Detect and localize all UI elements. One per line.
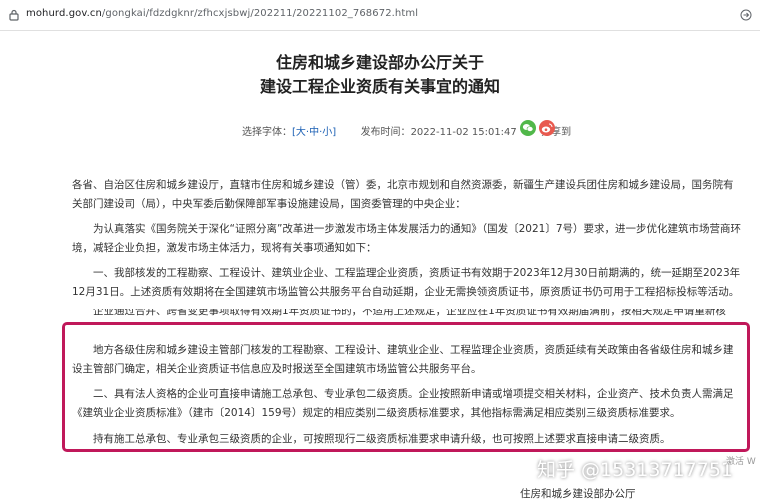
publish-time: 2022-11-02 15:01:47 bbox=[410, 127, 517, 138]
weibo-icon[interactable] bbox=[539, 120, 555, 136]
page-title-line2: 建设工程企业资质有关事宜的通知 bbox=[259, 77, 500, 96]
boxed-paragraph-1: 地方各级住房和城乡建设主管部门核发的工程勘察、工程设计、建筑业企业、工程监理企业… bbox=[72, 344, 734, 375]
zhihu-watermark: 知乎 @15313717751 bbox=[537, 459, 734, 481]
share-icon[interactable] bbox=[740, 9, 752, 21]
intro-paragraph: 为认真落实《国务院关于深化“证照分离”改革进一步激发市场主体发展活力的通知》（国… bbox=[72, 223, 742, 254]
lock-icon[interactable] bbox=[8, 9, 20, 21]
font-size-large-link[interactable]: 大 bbox=[296, 127, 306, 138]
font-size-small-link[interactable]: 小 bbox=[322, 127, 332, 138]
publish-label: 发布时间： bbox=[360, 127, 411, 138]
item1-cut-paragraph: 企业通过合并、跨省变更事项取得有效期1年资质证书的，不适用上述规定，企业应在1年… bbox=[72, 309, 742, 321]
wechat-icon[interactable] bbox=[520, 120, 536, 136]
signature: 住房和城乡建设部办公厅 bbox=[520, 488, 636, 500]
font-size-close: ] bbox=[332, 127, 337, 138]
address-bar[interactable]: mohurd.gov.cn/gongkai/fdzdgknr/zfhcxjsbw… bbox=[0, 0, 760, 31]
font-size-medium-link[interactable]: 中 bbox=[309, 127, 319, 138]
item1-cut-text: 企业通过合并、跨省变更事项取得有效期1年资质证书的，不适用上述规定，企业应在1年… bbox=[93, 309, 726, 317]
boxed-paragraph-3: 持有施工总承包、专业承包三级资质的企业，可按照现行二级资质标准要求申请升级，也可… bbox=[93, 433, 671, 445]
corner-watermark: 激活 W bbox=[726, 457, 756, 467]
boxed-paragraph-2: 二、具有法人资格的企业可直接申请施工总承包、专业承包二级资质。企业按照新申请或增… bbox=[72, 388, 734, 419]
page-title-line1: 住房和城乡建设部办公厅关于 bbox=[275, 53, 484, 72]
font-size-label: 选择字体： bbox=[242, 127, 292, 138]
url-host: mohurd.gov.cn bbox=[26, 8, 102, 19]
url-path: /gongkai/fdzdgknr/zfhcxjsbwj/202211/2022… bbox=[101, 8, 419, 19]
item1-paragraph: 一、我部核发的工程勘察、工程设计、建筑业企业、工程监理企业资质，资质证书有效期于… bbox=[72, 267, 741, 298]
url-text[interactable]: mohurd.gov.cn/gongkai/fdzdgknr/zfhcxjsbw… bbox=[26, 8, 418, 19]
addressee-paragraph: 各省、自治区住房和城乡建设厅，直辖市住房和城乡建设（管）委，北京市规划和自然资源… bbox=[72, 179, 734, 210]
